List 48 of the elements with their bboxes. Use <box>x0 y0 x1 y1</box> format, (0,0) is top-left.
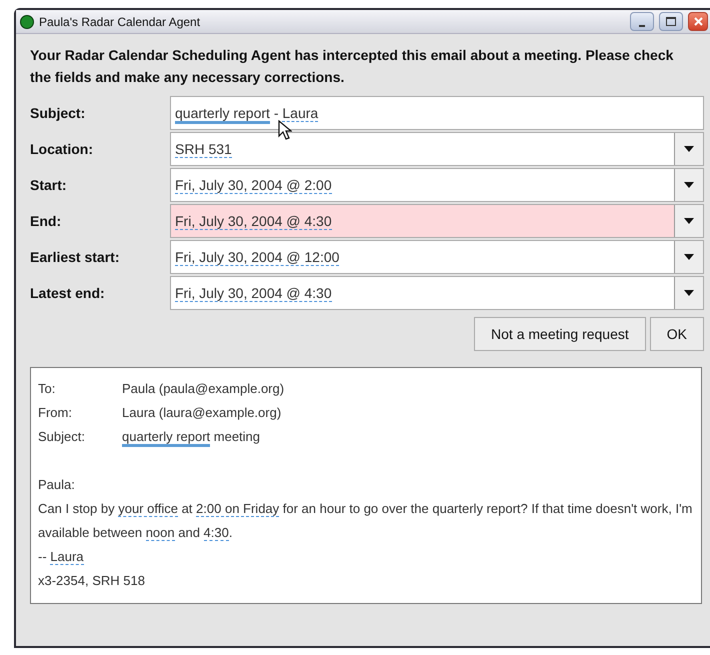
caret-icon <box>684 146 694 152</box>
field-value: Fri, July 30, 2004 @ 4:30 <box>174 212 333 232</box>
field-label: Subject: <box>30 104 86 123</box>
dropdown-field[interactable]: Fri, July 30, 2004 @ 4:30 <box>170 276 704 310</box>
caret-icon <box>684 218 694 224</box>
email-header-value: Laura (laura@example.org) <box>122 404 282 422</box>
field-label: End: <box>30 212 62 230</box>
dropdown-field[interactable]: Fri, July 30, 2004 @ 4:30 <box>170 204 704 238</box>
dropdown-button[interactable] <box>674 169 703 201</box>
close-button[interactable] <box>688 12 708 31</box>
email-header-label: To: <box>38 380 56 398</box>
not-meeting-button[interactable]: Not a meeting request <box>474 317 646 351</box>
dropdown-field[interactable]: Fri, July 30, 2004 @ 2:00 <box>170 168 704 202</box>
dropdown-button[interactable] <box>674 241 703 273</box>
field-value: Fri, July 30, 2004 @ 12:00 <box>174 248 340 268</box>
dropdown-button[interactable] <box>674 133 703 165</box>
caret-icon <box>684 254 694 260</box>
email-header-value: Paula (paula@example.org) <box>122 380 284 398</box>
input-field[interactable]: quarterly report - Laura <box>170 96 704 130</box>
ok-button[interactable]: OK <box>650 317 704 351</box>
dropdown-field[interactable]: SRH 531 <box>170 132 704 166</box>
mouse-pointer-icon <box>278 120 292 140</box>
dropdown-field[interactable]: Fri, July 30, 2004 @ 12:00 <box>170 240 704 274</box>
field-label: Earliest start: <box>30 248 120 266</box>
field-value: Fri, July 30, 2004 @ 2:00 <box>174 176 333 196</box>
field-value: quarterly report - Laura <box>171 102 703 124</box>
maximize-button[interactable] <box>659 12 683 31</box>
email-body-text: x3-2354, SRH 518 <box>38 572 146 590</box>
email-header-label: From: <box>38 404 73 422</box>
field-value: SRH 531 <box>174 140 233 160</box>
field-label: Location: <box>30 140 94 158</box>
field-label: Start: <box>30 176 68 194</box>
field-value: Fri, July 30, 2004 @ 4:30 <box>174 284 333 304</box>
caret-icon <box>684 182 694 188</box>
email-header-value: quarterly report meeting <box>122 425 260 449</box>
caret-icon <box>684 290 694 296</box>
window-title: Paula's Radar Calendar Agent <box>39 14 202 30</box>
email-body-text: Can I stop by your office at 2:00 on Friday for an hour to go over the quarterly report? If that time doesn't work, I'm available between noon and 4:30. <box>38 500 694 543</box>
email-body-text: -- Laura <box>38 548 85 567</box>
dropdown-button[interactable] <box>674 205 703 237</box>
minimize-button[interactable] <box>630 12 654 31</box>
intro-text: Your Radar Calendar Scheduling Agent has intercepted this email about a meeting. Please check the fields and make any necessary corrections. <box>30 46 674 87</box>
radar-logo-icon <box>20 14 34 28</box>
close-icon <box>694 17 702 26</box>
email-body-text: Paula: <box>38 476 76 494</box>
email-header-label: Subject: <box>38 428 86 446</box>
field-label: Latest end: <box>30 284 106 302</box>
dropdown-button[interactable] <box>674 277 703 309</box>
